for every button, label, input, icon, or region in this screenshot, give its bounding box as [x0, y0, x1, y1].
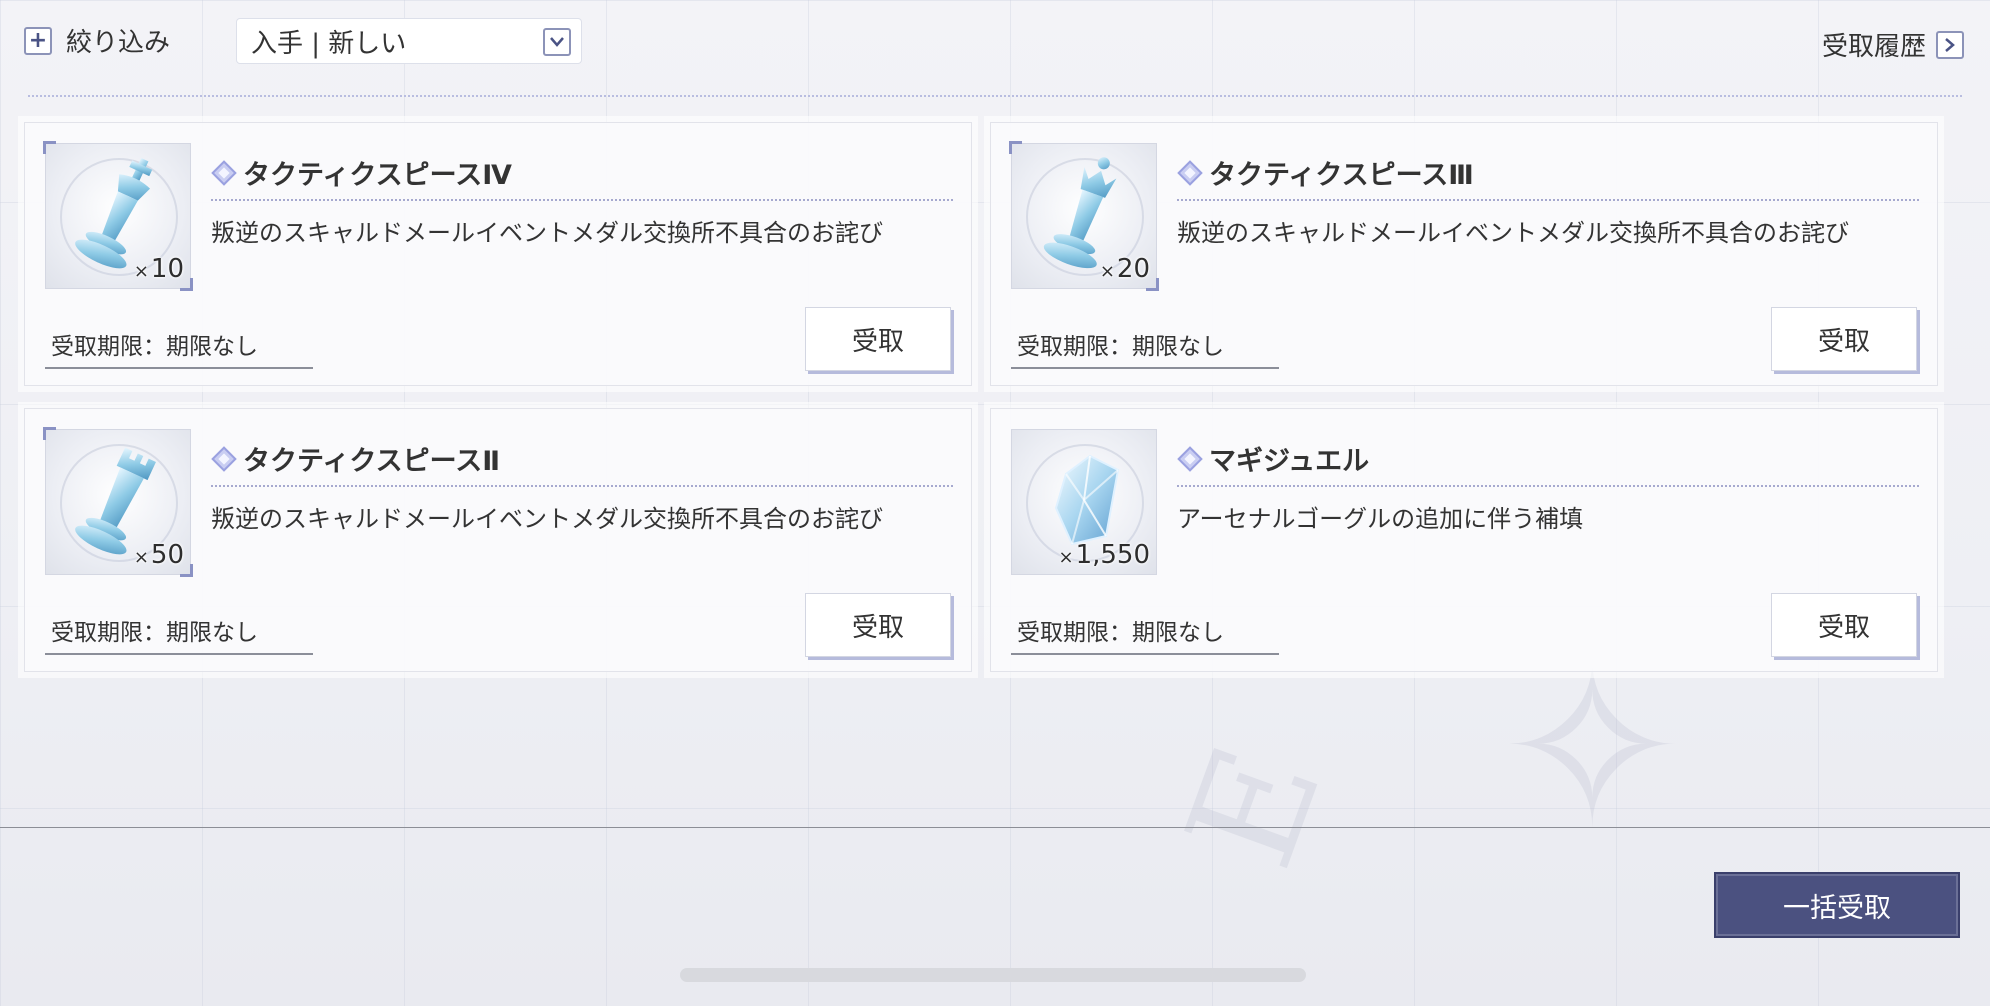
diamond-icon: [211, 445, 237, 472]
gift-card: ×1,550 マギジュエル アーセナルゴーグルの追加に伴う補填 受取期限：期限な…: [990, 408, 1938, 672]
receive-history-link[interactable]: 受取履歴: [1822, 26, 1964, 63]
sort-dropdown[interactable]: 入手 | 新しい: [236, 18, 582, 64]
receive-deadline: 受取期限：期限なし: [1011, 327, 1279, 369]
item-quantity: ×1,550: [1058, 540, 1150, 570]
chevron-down-icon: [543, 28, 571, 56]
top-bar: + 絞り込み 入手 | 新しい 受取履歴: [24, 18, 1964, 68]
item-thumbnail: ×20: [1009, 141, 1159, 291]
item-name: タクティクスピースⅢ: [1209, 160, 1474, 191]
item-name: タクティクスピースⅡ: [243, 446, 501, 477]
receive-deadline: 受取期限：期限なし: [1011, 613, 1279, 655]
item-quantity: ×50: [133, 540, 184, 570]
receive-button[interactable]: 受取: [1771, 307, 1917, 371]
plus-icon: +: [24, 26, 52, 55]
background-decoration: E: [1154, 725, 1356, 889]
item-thumbnail: ×1,550: [1011, 429, 1157, 575]
sort-value: 入手 | 新しい: [251, 28, 407, 59]
item-description: アーセナルゴーグルの追加に伴う補填: [1177, 505, 1584, 533]
item-description: 叛逆のスキャルドメールイベントメダル交換所不具合のお詫び: [211, 219, 883, 247]
diamond-icon: [211, 159, 237, 186]
item-description: 叛逆のスキャルドメールイベントメダル交換所不具合のお詫び: [1177, 219, 1849, 247]
item-name: マギジュエル: [1209, 446, 1370, 477]
divider: [1177, 485, 1919, 487]
diamond-icon: [1177, 445, 1203, 472]
receive-deadline: 受取期限：期限なし: [45, 327, 313, 369]
item-quantity: ×20: [1099, 254, 1150, 284]
history-label: 受取履歴: [1821, 32, 1926, 62]
receive-deadline: 受取期限：期限なし: [45, 613, 313, 655]
divider: [211, 485, 953, 487]
filter-button[interactable]: + 絞り込み: [24, 22, 170, 59]
home-indicator[interactable]: [680, 968, 1306, 982]
gift-card: ×20 タクティクスピースⅢ 叛逆のスキャルドメールイベントメダル交換所不具合の…: [990, 122, 1938, 386]
divider: [0, 827, 1990, 828]
receive-button[interactable]: 受取: [1771, 593, 1917, 657]
gift-card: ×10 タクティクスピースⅣ 叛逆のスキャルドメールイベントメダル交換所不具合の…: [24, 122, 972, 386]
chevron-right-icon: [1936, 30, 1964, 59]
item-description: 叛逆のスキャルドメールイベントメダル交換所不具合のお詫び: [211, 505, 883, 533]
receive-all-button[interactable]: 一括受取: [1714, 872, 1960, 938]
receive-button[interactable]: 受取: [805, 593, 951, 657]
item-name: タクティクスピースⅣ: [243, 160, 512, 191]
item-thumbnail: ×10: [43, 141, 193, 291]
diamond-icon: [1177, 159, 1203, 186]
item-thumbnail: ×50: [43, 427, 193, 577]
receive-button[interactable]: 受取: [805, 307, 951, 371]
item-quantity: ×10: [133, 254, 184, 284]
filter-label: 絞り込み: [66, 28, 171, 58]
divider: [211, 199, 953, 201]
divider: [1177, 199, 1919, 201]
divider: [28, 95, 1962, 97]
gift-card: ×50 タクティクスピースⅡ 叛逆のスキャルドメールイベントメダル交換所不具合の…: [24, 408, 972, 672]
